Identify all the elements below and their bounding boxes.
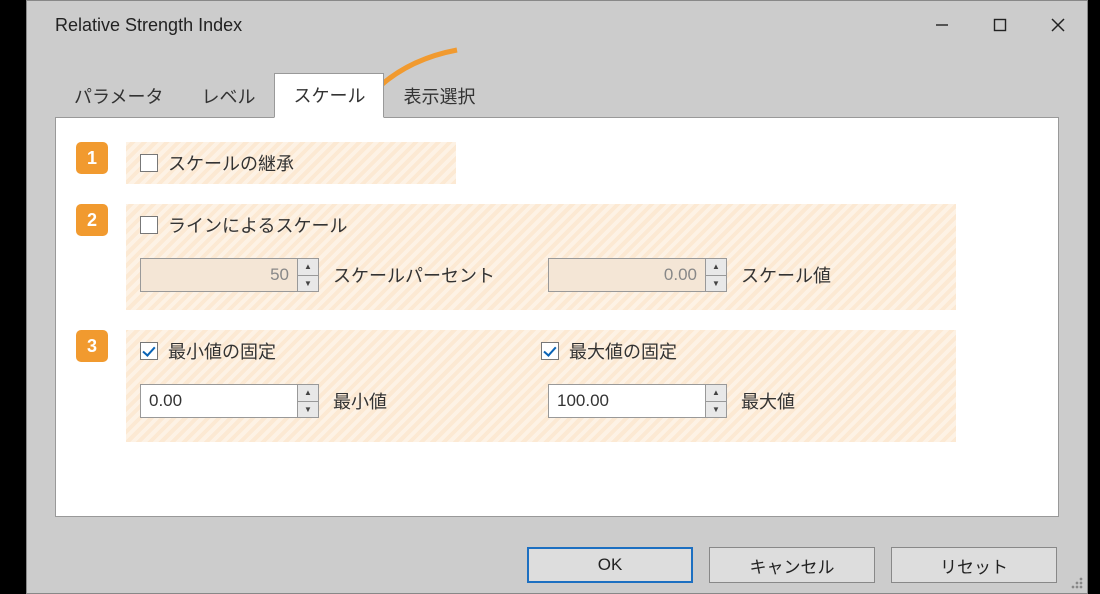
scale-percent-up[interactable]: ▲ (298, 259, 318, 276)
tab-parameters[interactable]: パラメータ (55, 74, 182, 118)
scale-by-line-label: ラインによるスケール (168, 212, 347, 238)
scale-by-line-row[interactable]: ラインによるスケール (140, 212, 942, 238)
inherit-scale-checkbox[interactable] (140, 154, 158, 172)
tab-display[interactable]: 表示選択 (384, 74, 494, 118)
minimize-icon (935, 18, 949, 32)
minimize-button[interactable] (913, 1, 971, 49)
fix-max-row[interactable]: 最大値の固定 (541, 338, 677, 364)
max-value-input[interactable] (549, 385, 705, 417)
dialog-footer: OK キャンセル リセット (527, 547, 1057, 583)
scale-value-down[interactable]: ▼ (706, 276, 726, 292)
dialog-window: Relative Strength Index パラメータ レベル スケール 表… (26, 0, 1088, 594)
fix-max-checkbox[interactable] (541, 342, 559, 360)
scale-percent-input[interactable] (141, 259, 297, 291)
highlight-2: ラインによるスケール ▲ ▼ スケールパーセント (126, 204, 956, 310)
max-value-down[interactable]: ▼ (706, 402, 726, 418)
resize-grip-icon[interactable] (1071, 577, 1085, 591)
window-controls (913, 1, 1087, 49)
maximize-icon (993, 18, 1007, 32)
min-value-down[interactable]: ▼ (298, 402, 318, 418)
min-value-up[interactable]: ▲ (298, 385, 318, 402)
scale-by-line-inputs: ▲ ▼ スケールパーセント ▲ ▼ (140, 258, 942, 292)
tab-content: 1 スケールの継承 2 ラインによるスケール (55, 117, 1059, 517)
close-button[interactable] (1029, 1, 1087, 49)
scale-by-line-checkbox[interactable] (140, 216, 158, 234)
scale-percent-down[interactable]: ▼ (298, 276, 318, 292)
section-fix-minmax: 3 最小値の固定 最大値の固定 (76, 330, 1038, 442)
min-value-input[interactable] (141, 385, 297, 417)
fix-min-checkbox[interactable] (140, 342, 158, 360)
scale-percent-label: スケールパーセント (333, 262, 495, 288)
tab-bar: パラメータ レベル スケール 表示選択 (55, 75, 1087, 117)
badge-2: 2 (76, 204, 108, 236)
max-value-label: 最大値 (741, 388, 795, 414)
ok-button[interactable]: OK (527, 547, 693, 583)
fix-min-label: 最小値の固定 (168, 338, 276, 364)
window-title: Relative Strength Index (55, 15, 913, 36)
min-value-label: 最小値 (333, 388, 387, 414)
fix-min-row[interactable]: 最小値の固定 (140, 338, 276, 364)
scale-value-spinner[interactable]: ▲ ▼ (548, 258, 727, 292)
section-inherit-scale: 1 スケールの継承 (76, 142, 1038, 184)
max-value-spinner[interactable]: ▲ ▼ (548, 384, 727, 418)
scale-percent-spinner[interactable]: ▲ ▼ (140, 258, 319, 292)
min-value-spinner[interactable]: ▲ ▼ (140, 384, 319, 418)
scale-value-up[interactable]: ▲ (706, 259, 726, 276)
reset-button[interactable]: リセット (891, 547, 1057, 583)
badge-3: 3 (76, 330, 108, 362)
tab-levels[interactable]: レベル (182, 74, 274, 118)
titlebar: Relative Strength Index (27, 1, 1087, 49)
close-icon (1050, 17, 1066, 33)
tab-scale[interactable]: スケール (274, 73, 384, 118)
fix-minmax-inputs: ▲ ▼ 最小値 ▲ ▼ (140, 384, 942, 418)
highlight-1: スケールの継承 (126, 142, 456, 184)
highlight-3: 最小値の固定 最大値の固定 (126, 330, 956, 442)
inherit-scale-row[interactable]: スケールの継承 (140, 150, 442, 176)
maximize-button[interactable] (971, 1, 1029, 49)
cancel-button[interactable]: キャンセル (709, 547, 875, 583)
fix-max-label: 最大値の固定 (569, 338, 677, 364)
scale-value-label: スケール値 (741, 262, 831, 288)
inherit-scale-label: スケールの継承 (168, 150, 294, 176)
section-scale-by-line: 2 ラインによるスケール ▲ ▼ スケ (76, 204, 1038, 310)
scale-value-input[interactable] (549, 259, 705, 291)
max-value-up[interactable]: ▲ (706, 385, 726, 402)
badge-1: 1 (76, 142, 108, 174)
